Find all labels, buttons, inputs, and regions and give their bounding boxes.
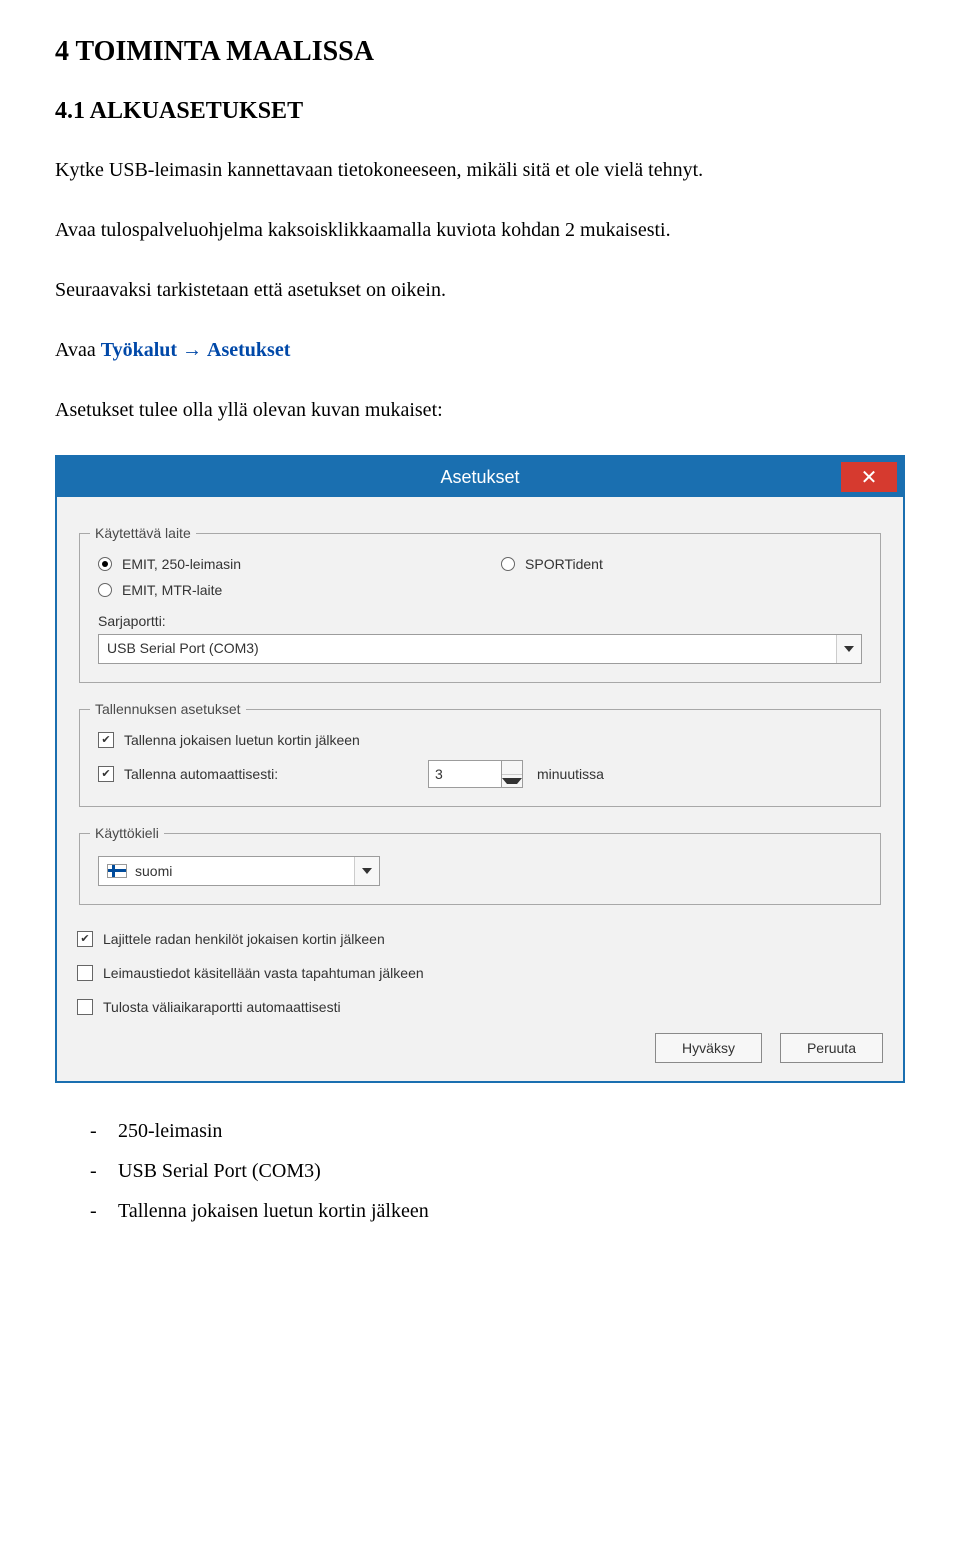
auto-save-interval-input[interactable]: 3 (428, 760, 502, 788)
bullet-list: -250-leimasin -USB Serial Port (COM3) -T… (90, 1113, 905, 1229)
checkbox-sort[interactable]: ✔ Lajittele radan henkilöt jokaisen kort… (77, 931, 883, 947)
checkbox-label: Tallenna automaattisesti: (124, 766, 278, 782)
serial-port-value: USB Serial Port (COM3) (99, 635, 836, 663)
checkbox-auto-save[interactable]: ✔ Tallenna automaattisesti: (98, 766, 428, 782)
radio-emit-250[interactable]: EMIT, 250-leimasin (98, 556, 241, 572)
radio-icon (98, 583, 112, 597)
arrow-icon: → (182, 339, 202, 361)
legend-language: Käyttökieli (90, 825, 164, 841)
chevron-down-icon (502, 778, 522, 784)
radio-label: SPORTident (525, 556, 603, 572)
section-heading: 4 TOIMINTA MAALISSA (55, 36, 905, 68)
menu-path-tyokalut: Työkalut (101, 339, 177, 361)
checkbox-label: Lajittele radan henkilöt jokaisen kortin… (103, 931, 385, 947)
menu-path-asetukset: Asetukset (207, 339, 290, 361)
flag-fi-icon (107, 864, 127, 878)
paragraph-3: Seuraavaksi tarkistetaan että asetukset … (55, 275, 905, 305)
list-item: -Tallenna jokaisen luetun kortin jälkeen (90, 1193, 905, 1229)
legend-device: Käytettävä laite (90, 525, 196, 541)
radio-sportident[interactable]: SPORTident (501, 556, 603, 572)
minutes-label: minuutissa (537, 766, 604, 782)
checkbox-icon: ✔ (98, 732, 114, 748)
paragraph-1: Kytke USB-leimasin kannettavaan tietokon… (55, 155, 905, 185)
fieldset-saving: Tallennuksen asetukset ✔ Tallenna jokais… (79, 709, 881, 807)
radio-icon (98, 557, 112, 571)
serial-port-label: Sarjaportti: (98, 613, 862, 629)
checkbox-save-after-card[interactable]: ✔ Tallenna jokaisen luetun kortin jälkee… (98, 732, 862, 748)
spinner-down[interactable] (502, 775, 522, 788)
spinner-up[interactable] (502, 761, 522, 775)
auto-save-value: 3 (435, 766, 443, 782)
chevron-down-icon (844, 646, 854, 652)
subsection-heading: 4.1 ALKUASETUKSET (55, 98, 905, 125)
radio-icon (501, 557, 515, 571)
checkbox-icon: ✔ (77, 931, 93, 947)
checkbox-icon (77, 965, 93, 981)
checkbox-stamp[interactable]: Leimaustiedot käsitellään vasta tapahtum… (77, 965, 883, 981)
language-select[interactable]: suomi (98, 856, 380, 886)
fieldset-language: Käyttökieli suomi (79, 833, 881, 905)
checkbox-label: Tallenna jokaisen luetun kortin jälkeen (124, 732, 360, 748)
settings-dialog: Asetukset ✕ Käytettävä laite EMIT, 250-l… (55, 455, 905, 1083)
chevron-down-icon (362, 868, 372, 874)
checkbox-print[interactable]: Tulosta väliaikaraportti automaattisesti (77, 999, 883, 1015)
checkbox-icon: ✔ (98, 766, 114, 782)
checkbox-icon (77, 999, 93, 1015)
dropdown-arrow[interactable] (836, 635, 861, 663)
serial-port-select[interactable]: USB Serial Port (COM3) (98, 634, 862, 664)
list-item: -250-leimasin (90, 1113, 905, 1149)
dialog-title: Asetukset (57, 467, 903, 488)
ok-button[interactable]: Hyväksy (655, 1033, 762, 1063)
radio-label: EMIT, 250-leimasin (122, 556, 241, 572)
list-item: -USB Serial Port (COM3) (90, 1153, 905, 1189)
radio-label: EMIT, MTR-laite (122, 582, 222, 598)
radio-emit-mtr[interactable]: EMIT, MTR-laite (98, 582, 862, 598)
paragraph-5: Asetukset tulee olla yllä olevan kuvan m… (55, 395, 905, 425)
checkbox-label: Tulosta väliaikaraportti automaattisesti (103, 999, 341, 1015)
legend-saving: Tallennuksen asetukset (90, 701, 246, 717)
interval-spinner[interactable] (502, 760, 523, 788)
extra-options: ✔ Lajittele radan henkilöt jokaisen kort… (77, 931, 883, 1015)
dropdown-arrow[interactable] (354, 857, 379, 885)
paragraph-4: Avaa Työkalut → Asetukset (55, 335, 905, 365)
p4-prefix: Avaa (55, 339, 101, 361)
fieldset-device: Käytettävä laite EMIT, 250-leimasin SPOR… (79, 533, 881, 683)
title-bar: Asetukset ✕ (57, 457, 903, 497)
cancel-button[interactable]: Peruuta (780, 1033, 883, 1063)
language-value: suomi (135, 863, 172, 879)
paragraph-2: Avaa tulospalveluohjelma kaksoisklikkaam… (55, 215, 905, 245)
checkbox-label: Leimaustiedot käsitellään vasta tapahtum… (103, 965, 424, 981)
